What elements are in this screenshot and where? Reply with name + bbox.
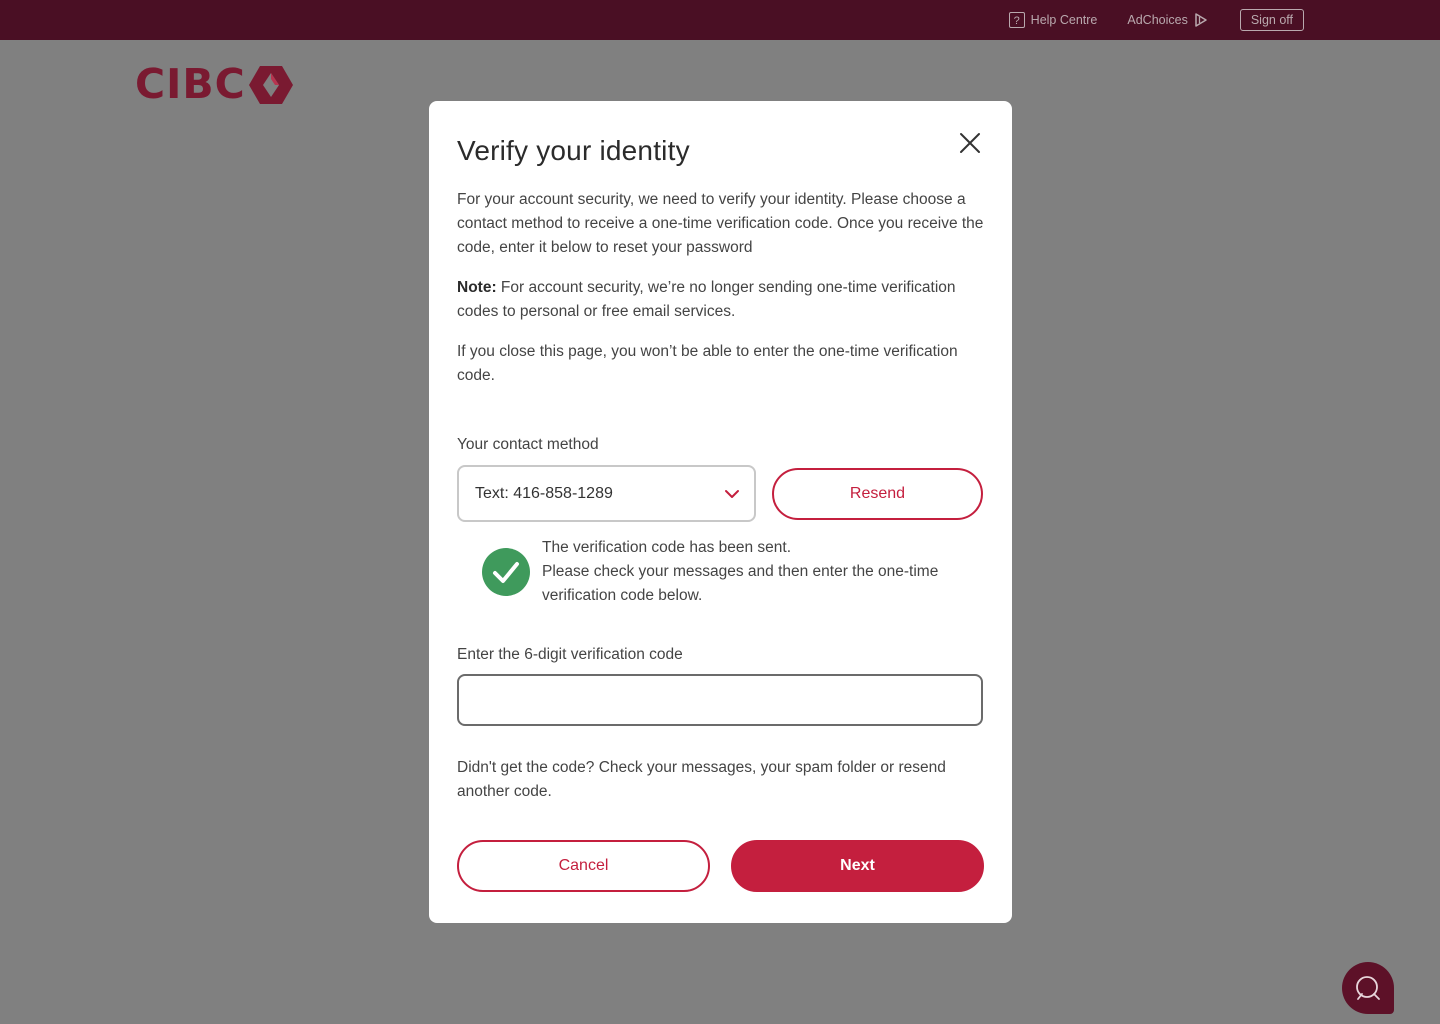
- dialog-actions: Cancel Next: [457, 840, 984, 892]
- help-icon: ?: [1008, 12, 1025, 28]
- adchoices-link[interactable]: AdChoices: [1127, 13, 1207, 27]
- chat-button[interactable]: [1342, 962, 1394, 1014]
- adchoices-icon: [1195, 13, 1207, 27]
- contact-method-select[interactable]: Text: 416-858-1289: [457, 465, 756, 522]
- adchoices-label: AdChoices: [1127, 13, 1188, 27]
- logo-text: CIBC: [135, 60, 246, 108]
- check-circle-icon: [482, 548, 530, 596]
- verification-code-label: Enter the 6-digit verification code: [457, 646, 683, 663]
- top-links: ? Help Centre AdChoices Sign off: [1008, 0, 1304, 40]
- close-warning-text: If you close this page, you won’t be abl…: [457, 343, 958, 384]
- close-icon[interactable]: [958, 131, 982, 155]
- contact-method-label: Your contact method: [457, 436, 599, 453]
- chevron-down-icon: [725, 489, 739, 498]
- contact-row: Text: 416-858-1289 Resend: [457, 465, 984, 522]
- intro-text: For your account security, we need to ve…: [457, 191, 984, 256]
- chat-icon: [1356, 976, 1380, 1000]
- success-line-1: The verification code has been sent.: [542, 539, 792, 556]
- note-text: Note: For account security, we’re no lon…: [457, 276, 984, 324]
- next-button[interactable]: Next: [731, 840, 984, 892]
- code-sent-message: The verification code has been sent. Ple…: [457, 536, 984, 608]
- resend-button[interactable]: Resend: [772, 467, 983, 520]
- note-label: Note:: [457, 279, 497, 296]
- verify-identity-dialog: Verify your identity For your account se…: [429, 101, 1012, 923]
- cibc-logo[interactable]: CIBC: [135, 64, 293, 105]
- success-text: The verification code has been sent. Ple…: [542, 536, 984, 608]
- cancel-button[interactable]: Cancel: [457, 840, 710, 892]
- success-line-2: Please check your messages and then ente…: [542, 563, 939, 604]
- help-centre-link[interactable]: ? Help Centre: [1008, 12, 1098, 28]
- note-body: For account security, we’re no longer se…: [457, 279, 956, 320]
- dialog-title: Verify your identity: [457, 135, 690, 166]
- resend-help-text: Didn't get the code? Check your messages…: [457, 759, 946, 800]
- verification-code-input[interactable]: [457, 674, 983, 726]
- contact-method-value: Text: 416-858-1289: [475, 484, 613, 502]
- cibc-diamond-icon: [248, 65, 293, 104]
- sign-off-button[interactable]: Sign off: [1239, 9, 1304, 31]
- top-bar: ? Help Centre AdChoices Sign off: [0, 0, 1440, 40]
- help-centre-label: Help Centre: [1030, 13, 1098, 27]
